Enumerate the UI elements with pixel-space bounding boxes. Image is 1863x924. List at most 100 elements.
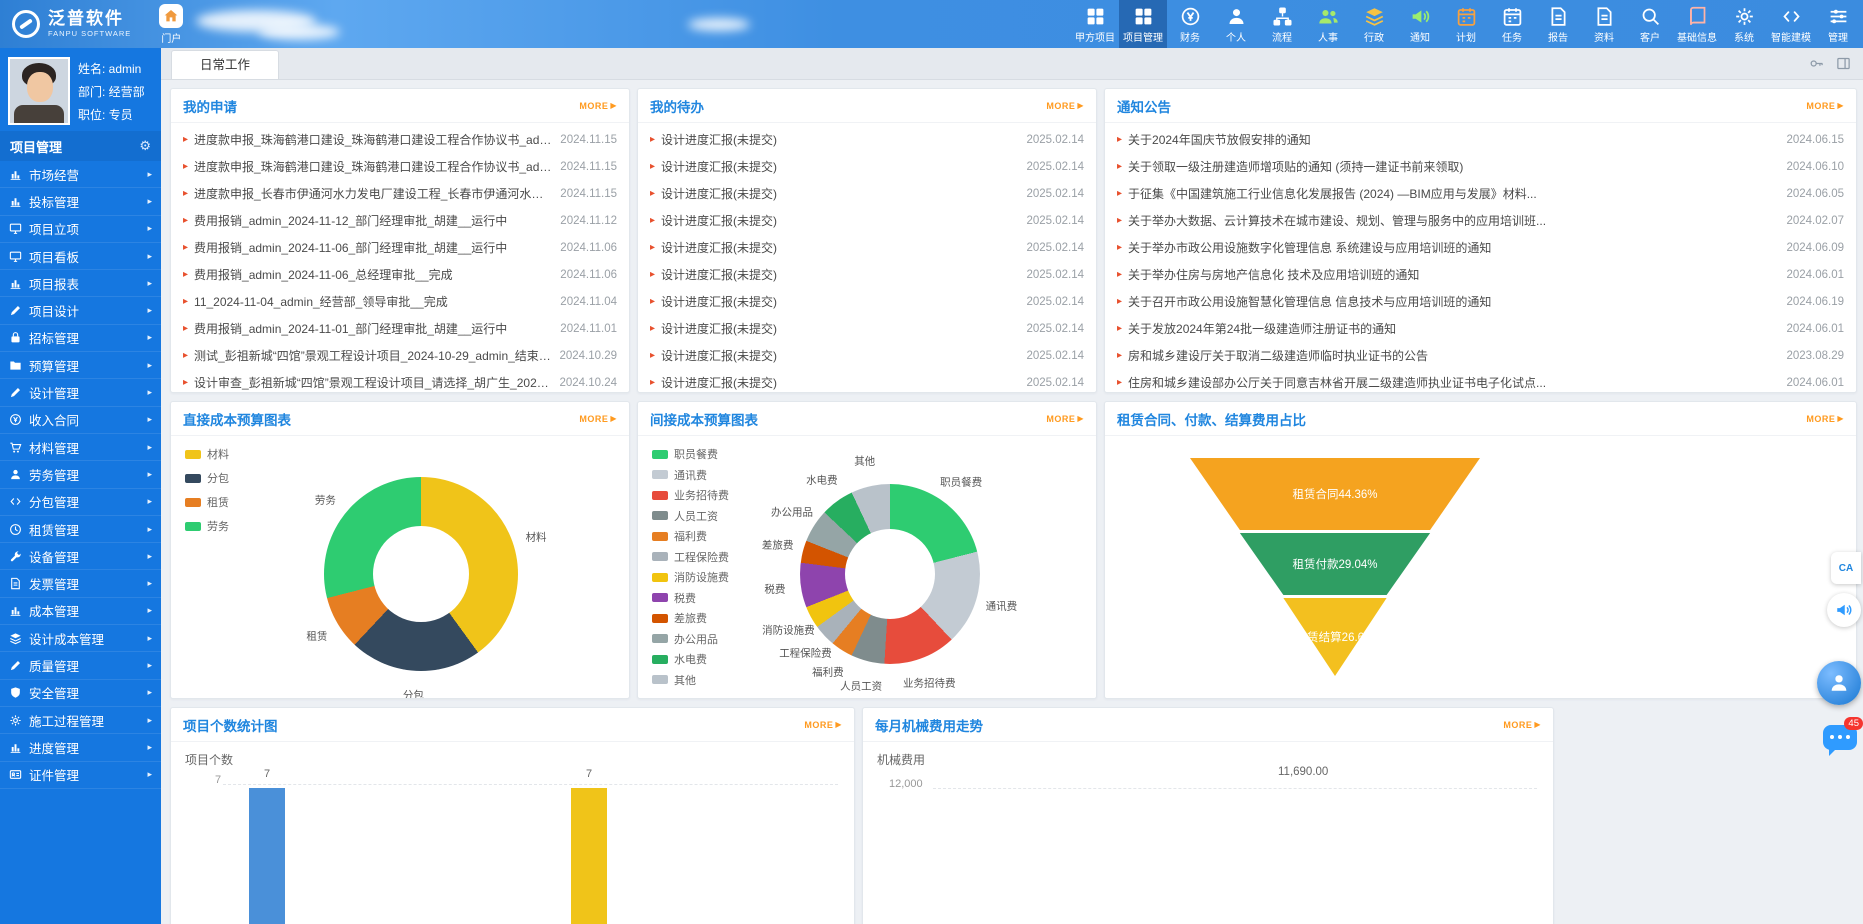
service-icon[interactable] — [1827, 593, 1861, 627]
topnav-module[interactable]: 智能建模 — [1767, 0, 1815, 48]
sidebar-item[interactable]: 招标管理▸ — [0, 325, 161, 352]
sidebar-item[interactable]: 材料管理▸ — [0, 434, 161, 461]
sidebar-item[interactable]: 项目报表▸ — [0, 270, 161, 297]
list-item[interactable]: ▸设计进度汇报(未提交)2025.02.14 — [650, 153, 1084, 180]
project-count-bar[interactable] — [249, 788, 285, 924]
sidebar-item[interactable]: 施工过程管理▸ — [0, 707, 161, 734]
list-item[interactable]: ▸于征集《中国建筑施工行业信息化发展报告 (2024) —BIM应用与发展》材料… — [1117, 180, 1844, 207]
legend-item[interactable]: 办公用品 — [652, 631, 729, 647]
more-link[interactable]: MORE▶ — [804, 720, 842, 730]
customer-service-button[interactable] — [1817, 661, 1861, 705]
list-item[interactable]: ▸关于举办市政公用设施数字化管理信息 系统建设与应用培训班的通知2024.06.… — [1117, 234, 1844, 261]
list-item[interactable]: ▸设计进度汇报(未提交)2025.02.14 — [650, 126, 1084, 153]
list-item[interactable]: ▸关于发放2024年第24批一级建造师注册证书的通知2024.06.01 — [1117, 315, 1844, 342]
more-link[interactable]: MORE▶ — [1046, 101, 1084, 111]
tab-daily-work[interactable]: 日常工作 — [171, 50, 279, 79]
list-item[interactable]: ▸进度款申报_长春市伊通河水力发电厂建设工程_长春市伊通河水力发电...2024… — [183, 180, 617, 207]
legend-item[interactable]: 水电费 — [652, 651, 729, 667]
sidebar-item[interactable]: 进度管理▸ — [0, 734, 161, 761]
key-icon[interactable] — [1809, 56, 1824, 71]
legend-item[interactable]: 工程保险费 — [652, 549, 729, 565]
topnav-module[interactable]: 行政 — [1351, 0, 1397, 48]
topnav-module[interactable]: 通知 — [1397, 0, 1443, 48]
topnav-module[interactable]: 任务 — [1489, 0, 1535, 48]
list-item[interactable]: ▸关于举办住房与房地产信息化 技术及应用培训班的通知2024.06.01 — [1117, 261, 1844, 288]
legend-item[interactable]: 分包 — [185, 470, 229, 486]
list-item[interactable]: ▸设计进度汇报(未提交)2025.02.14 — [650, 261, 1084, 288]
topnav-module[interactable]: 个人 — [1213, 0, 1259, 48]
list-item[interactable]: ▸房和城乡建设厅关于取消二级建造师临时执业证书的公告2023.08.29 — [1117, 342, 1844, 369]
list-item[interactable]: ▸费用报销_admin_2024-11-06_部门经理审批_胡建__运行中202… — [183, 234, 617, 261]
layout-panel-icon[interactable] — [1836, 56, 1851, 71]
list-item[interactable]: ▸11_2024-11-04_admin_经营部_领导审批__完成2024.11… — [183, 288, 617, 315]
topnav-module[interactable]: 资料 — [1581, 0, 1627, 48]
nav-portal[interactable]: 门户 — [145, 0, 197, 48]
topnav-module[interactable]: 流程 — [1259, 0, 1305, 48]
legend-item[interactable]: 福利费 — [652, 528, 729, 544]
sidebar-item[interactable]: 项目看板▸ — [0, 243, 161, 270]
sidebar-item[interactable]: 安全管理▸ — [0, 680, 161, 707]
list-item[interactable]: ▸设计审查_彭祖新城“四馆”景观工程设计项目_请选择_胡广生_2024-10-2… — [183, 369, 617, 393]
more-link[interactable]: MORE▶ — [1503, 720, 1541, 730]
list-item[interactable]: ▸设计进度汇报(未提交)2025.02.14 — [650, 207, 1084, 234]
sidebar-item[interactable]: 租赁管理▸ — [0, 516, 161, 543]
more-link[interactable]: MORE▶ — [1806, 414, 1844, 424]
list-item[interactable]: ▸费用报销_admin_2024-11-12_部门经理审批_胡建__运行中202… — [183, 207, 617, 234]
topnav-module[interactable]: 管理 — [1815, 0, 1861, 48]
chat-button[interactable]: 45 — [1821, 719, 1861, 759]
sidebar-item[interactable]: 项目立项▸ — [0, 216, 161, 243]
list-item[interactable]: ▸住房和城乡建设部办公厅关于同意吉林省开展二级建造师执业证书电子化试点...20… — [1117, 369, 1844, 393]
list-item[interactable]: ▸关于领取一级注册建造师增项贴的通知 (须持一建证书前来领取)2024.06.1… — [1117, 153, 1844, 180]
list-item[interactable]: ▸关于2024年国庆节放假安排的通知2024.06.15 — [1117, 126, 1844, 153]
sidebar-item[interactable]: 市场经营▸ — [0, 161, 161, 188]
topnav-module[interactable]: 客户 — [1627, 0, 1673, 48]
legend-item[interactable]: 租赁 — [185, 494, 229, 510]
list-item[interactable]: ▸设计进度汇报(未提交)2025.02.14 — [650, 288, 1084, 315]
sidebar-item[interactable]: 设备管理▸ — [0, 543, 161, 570]
legend-item[interactable]: 消防设施费 — [652, 569, 729, 585]
topnav-module[interactable]: 系统 — [1721, 0, 1767, 48]
list-item[interactable]: ▸进度款申报_珠海鹤港口建设_珠海鹤港口建设工程合作协议书_admin_...2… — [183, 126, 617, 153]
sidebar-item[interactable]: 劳务管理▸ — [0, 461, 161, 488]
sidebar-item[interactable]: 成本管理▸ — [0, 598, 161, 625]
list-item[interactable]: ▸费用报销_admin_2024-11-01_部门经理审批_胡建__运行中202… — [183, 315, 617, 342]
sidebar-item[interactable]: 分包管理▸ — [0, 489, 161, 516]
more-link[interactable]: MORE▶ — [1806, 101, 1844, 111]
list-item[interactable]: ▸关于召开市政公用设施智慧化管理信息 信息技术与应用培训班的通知2024.06.… — [1117, 288, 1844, 315]
legend-item[interactable]: 职员餐费 — [652, 446, 729, 462]
topnav-module[interactable]: 甲方项目 — [1071, 0, 1119, 48]
legend-item[interactable]: 差旅费 — [652, 610, 729, 626]
topnav-module[interactable]: 报告 — [1535, 0, 1581, 48]
more-link[interactable]: MORE▶ — [1046, 414, 1084, 424]
list-item[interactable]: ▸进度款申报_珠海鹤港口建设_珠海鹤港口建设工程合作协议书_admin_...2… — [183, 153, 617, 180]
ca-widget-tab[interactable]: CA — [1831, 552, 1861, 584]
topnav-module[interactable]: 财务 — [1167, 0, 1213, 48]
sidebar-item[interactable]: 收入合同▸ — [0, 407, 161, 434]
list-item[interactable]: ▸关于举办大数据、云计算技术在城市建设、规划、管理与服务中的应用培训班...20… — [1117, 207, 1844, 234]
list-item[interactable]: ▸设计进度汇报(未提交)2025.02.14 — [650, 342, 1084, 369]
sidebar-item[interactable]: 预算管理▸ — [0, 352, 161, 379]
more-link[interactable]: MORE▶ — [579, 414, 617, 424]
list-item[interactable]: ▸设计进度汇报(未提交)2025.02.14 — [650, 234, 1084, 261]
gear-icon[interactable]: ⚙ — [139, 138, 151, 154]
list-item[interactable]: ▸费用报销_admin_2024-11-06_总经理审批__完成2024.11.… — [183, 261, 617, 288]
topnav-module[interactable]: 基础信息 — [1673, 0, 1721, 48]
legend-item[interactable]: 税费 — [652, 590, 729, 606]
topnav-module[interactable]: 计划 — [1443, 0, 1489, 48]
sidebar-item[interactable]: 项目设计▸ — [0, 297, 161, 324]
app-logo[interactable]: 泛普软件 FANPU SOFTWARE — [0, 10, 131, 38]
sidebar-item[interactable]: 证件管理▸ — [0, 762, 161, 789]
legend-item[interactable]: 人员工资 — [652, 508, 729, 524]
sidebar-item[interactable]: 设计成本管理▸ — [0, 625, 161, 652]
legend-item[interactable]: 通讯费 — [652, 467, 729, 483]
legend-item[interactable]: 其他 — [652, 672, 729, 688]
sidebar-item[interactable]: 发票管理▸ — [0, 570, 161, 597]
more-link[interactable]: MORE▶ — [579, 101, 617, 111]
funnel-segment[interactable]: 租赁合同44.36% — [1190, 458, 1480, 530]
project-count-bar[interactable] — [571, 788, 607, 924]
list-item[interactable]: ▸设计进度汇报(未提交)2025.02.14 — [650, 315, 1084, 342]
funnel-segment[interactable]: 租赁结算26.6% — [1190, 598, 1480, 676]
list-item[interactable]: ▸设计进度汇报(未提交)2025.02.14 — [650, 180, 1084, 207]
legend-item[interactable]: 业务招待费 — [652, 487, 729, 503]
legend-item[interactable]: 材料 — [185, 446, 229, 462]
